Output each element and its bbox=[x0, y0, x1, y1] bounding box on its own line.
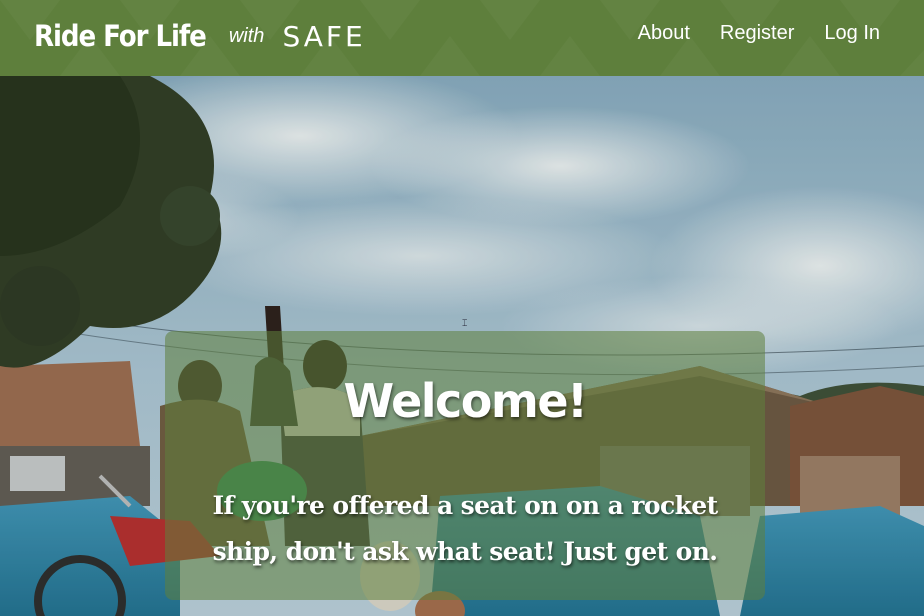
brand-with-text: with bbox=[228, 24, 265, 47]
nav-link-about[interactable]: About bbox=[638, 22, 690, 45]
welcome-card: Welcome! If you're offered a seat on on … bbox=[165, 331, 765, 600]
text-cursor-icon: ⌶ bbox=[462, 318, 468, 328]
nav-link-login[interactable]: Log In bbox=[824, 22, 880, 45]
welcome-quote: If you're offered a seat on on a rocket … bbox=[212, 491, 718, 566]
brand-partner-safe: SAFE bbox=[282, 19, 366, 53]
page: Ride For Life with SAFE About Register L… bbox=[0, 0, 924, 616]
main-nav: About Register Log In bbox=[638, 22, 880, 45]
brand-logo[interactable]: Ride For Life with SAFE bbox=[34, 14, 366, 58]
nav-link-register[interactable]: Register bbox=[720, 22, 794, 45]
site-header: Ride For Life with SAFE About Register L… bbox=[0, 0, 924, 76]
brand-title: Ride For Life bbox=[34, 19, 207, 53]
welcome-heading: Welcome! bbox=[343, 374, 588, 428]
